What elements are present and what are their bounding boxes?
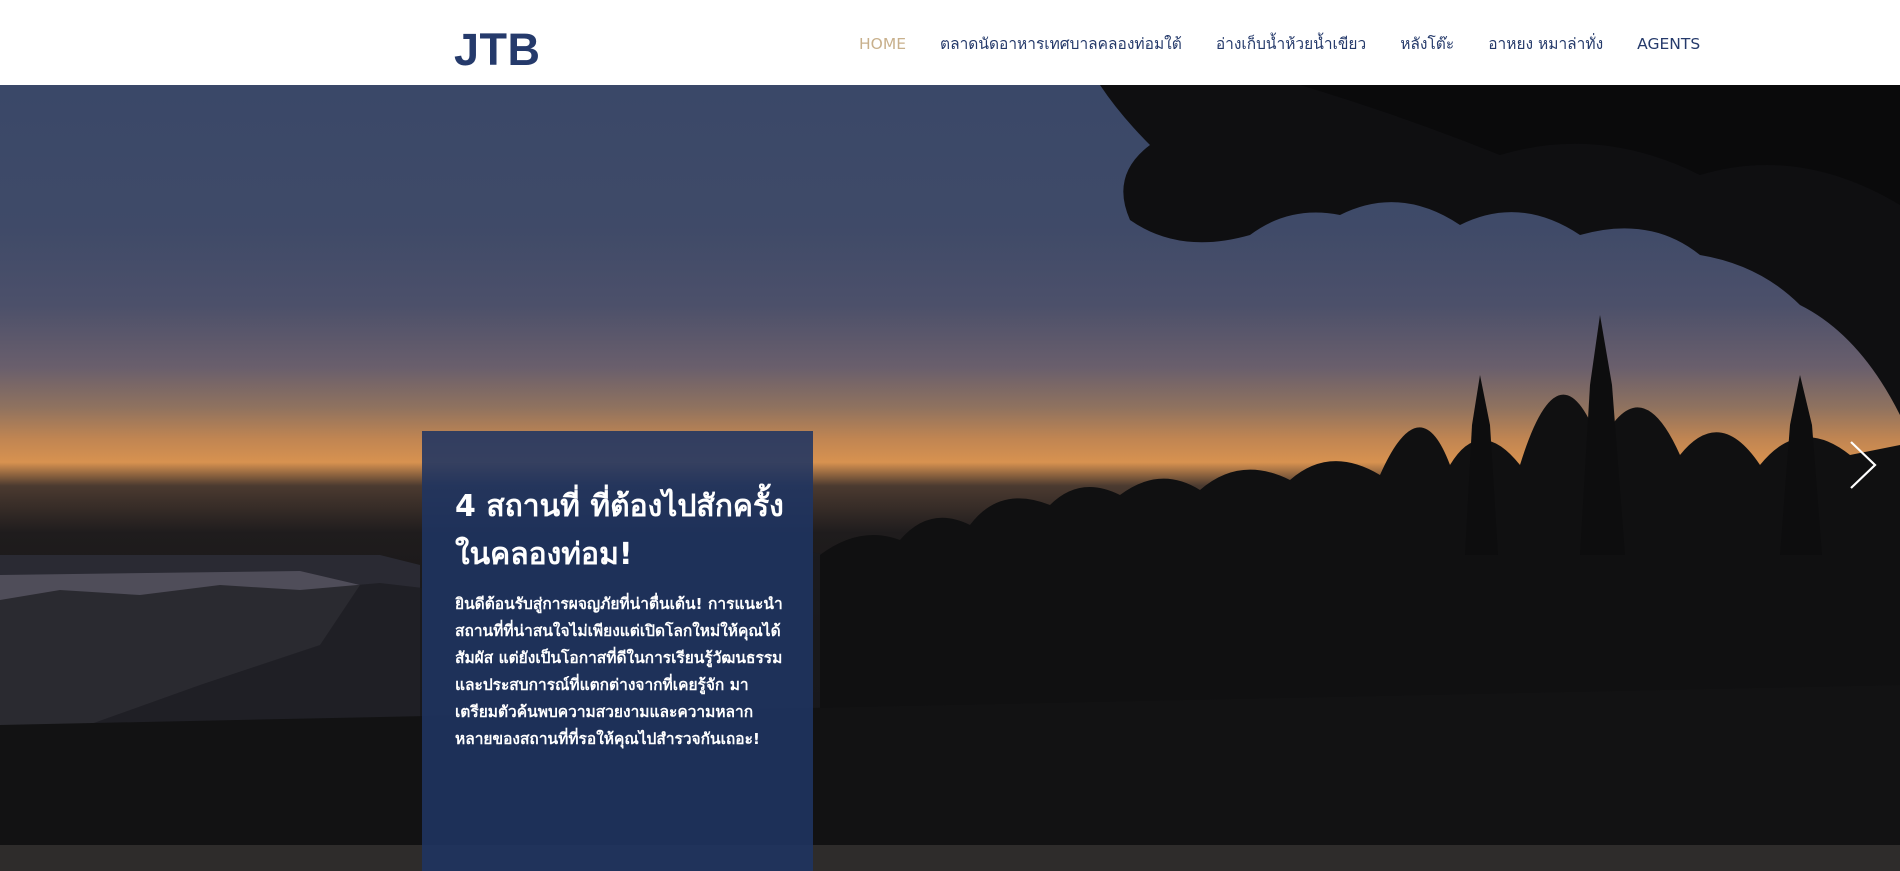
- main-nav: HOME ตลาดนัดอาหารเทศบาลคลองท่อมใต้ อ่างเ…: [859, 32, 1700, 56]
- slideshow-bottom-bar: [0, 845, 1900, 871]
- nav-item-mala[interactable]: อาหยง หมาล่าทั่ง: [1488, 32, 1603, 56]
- hero-title: 4 สถานที่ ที่ต้องไปสักครั้งในคลองท่อม!: [455, 489, 784, 572]
- site-header: JTB HOME ตลาดนัดอาหารเทศบาลคลองท่อมใต้ อ…: [0, 0, 1900, 85]
- nav-item-food-market[interactable]: ตลาดนัดอาหารเทศบาลคลองท่อมใต้: [940, 32, 1182, 56]
- nav-item-home[interactable]: HOME: [859, 32, 906, 56]
- hero-description: ยินดีต้อนรับสู่การผจญภัยที่น่าตื่นเต้น! …: [455, 595, 783, 748]
- hero-info-card: 4 สถานที่ ที่ต้องไปสักครั้งในคลองท่อม! ย…: [422, 431, 813, 871]
- hero-slideshow: 4 สถานที่ ที่ต้องไปสักครั้งในคลองท่อม! ย…: [0, 85, 1900, 871]
- hero-background-image: [0, 85, 1900, 871]
- site-logo[interactable]: JTB: [454, 22, 541, 78]
- chevron-right-icon[interactable]: [1847, 440, 1879, 490]
- nav-item-lang-to[interactable]: หลังโต๊ะ: [1400, 32, 1454, 56]
- nav-item-reservoir[interactable]: อ่างเก็บน้ำห้วยน้ำเขียว: [1216, 32, 1366, 56]
- nav-item-agents[interactable]: AGENTS: [1637, 32, 1700, 56]
